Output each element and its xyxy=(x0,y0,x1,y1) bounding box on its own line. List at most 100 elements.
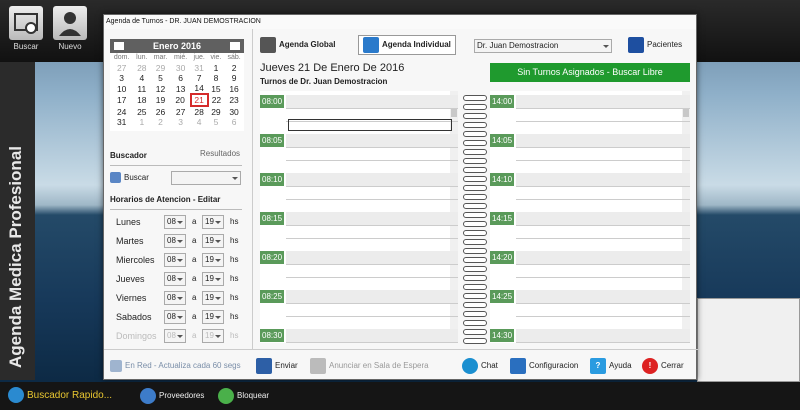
calendar-day[interactable]: 2 xyxy=(224,63,244,73)
calendar-day[interactable]: 24 xyxy=(110,106,133,117)
horario-from-select[interactable]: 08 xyxy=(164,291,186,305)
tab-agenda-individual[interactable]: Agenda Individual xyxy=(358,35,456,55)
agenda-time-label[interactable]: 08:00 xyxy=(260,95,284,108)
buscador-select[interactable] xyxy=(171,171,241,185)
proveedores-button[interactable]: Proveedores xyxy=(140,387,204,405)
agenda-time-label[interactable]: 08:30 xyxy=(260,329,284,342)
agenda-slot-band[interactable] xyxy=(516,134,690,147)
horarios-title[interactable]: Horarios de Atencion - Editar xyxy=(110,195,220,204)
calendar-day[interactable]: 14 xyxy=(191,83,208,94)
agenda-time-label[interactable]: 14:25 xyxy=(490,290,514,303)
agenda-slot-band[interactable] xyxy=(286,212,458,225)
chat-button[interactable]: Chat xyxy=(462,356,498,376)
calendar-day[interactable]: 4 xyxy=(133,73,150,83)
prev-month-icon[interactable] xyxy=(114,42,124,50)
agenda-column-afternoon[interactable]: 14:00 14:05 14:10 14:15 14:20 14:25 14:30 xyxy=(490,91,690,343)
agenda-slot-band[interactable] xyxy=(286,95,458,108)
calendar-day[interactable]: 10 xyxy=(110,83,133,94)
agenda-slot-band[interactable] xyxy=(286,173,458,186)
next-month-icon[interactable] xyxy=(230,42,240,50)
calendar-day[interactable]: 20 xyxy=(171,94,191,106)
agenda-slot-band[interactable] xyxy=(516,212,690,225)
calendar-day[interactable]: 5 xyxy=(150,73,170,83)
horario-to-select[interactable]: 19 xyxy=(202,253,224,267)
calendar-day[interactable]: 27 xyxy=(110,63,133,73)
calendar-day[interactable]: 1 xyxy=(208,63,224,73)
horario-to-select[interactable]: 19 xyxy=(202,215,224,229)
agenda-time-label[interactable]: 14:20 xyxy=(490,251,514,264)
calendar-day[interactable]: 1 xyxy=(133,117,150,127)
calendar-day[interactable]: 5 xyxy=(208,117,224,127)
configuracion-button[interactable]: Configuracion xyxy=(510,356,578,376)
calendar-day[interactable]: 17 xyxy=(110,94,133,106)
doctor-select[interactable]: Dr. Juan Demostracion xyxy=(474,39,612,53)
calendar-day[interactable]: 11 xyxy=(133,83,150,94)
calendar-day[interactable]: 12 xyxy=(150,83,170,94)
horario-from-select[interactable]: 08 xyxy=(164,253,186,267)
horario-to-select[interactable]: 19 xyxy=(202,272,224,286)
calendar-day[interactable]: 6 xyxy=(171,73,191,83)
horario-from-select[interactable]: 08 xyxy=(164,215,186,229)
calendar-day[interactable]: 2 xyxy=(150,117,170,127)
calendar-day[interactable]: 25 xyxy=(133,106,150,117)
agenda-time-label[interactable]: 08:15 xyxy=(260,212,284,225)
agenda-slot-band[interactable] xyxy=(286,329,458,342)
agenda-slot-band[interactable] xyxy=(286,134,458,147)
agenda-slot-band[interactable] xyxy=(516,173,690,186)
horario-to-select[interactable]: 19 xyxy=(202,329,224,343)
buscar-search-button[interactable]: Buscar xyxy=(110,171,149,185)
calendar-day[interactable]: 16 xyxy=(224,83,244,94)
enviar-button[interactable]: Enviar xyxy=(256,356,298,376)
bloquear-button[interactable]: Bloquear xyxy=(218,387,269,405)
buscador-rapido[interactable]: Buscador Rapido... xyxy=(8,387,112,405)
calendar-day[interactable]: 28 xyxy=(191,106,208,117)
calendar-day[interactable]: 27 xyxy=(171,106,191,117)
anunciar-button[interactable]: Anunciar en Sala de Espera xyxy=(310,356,429,376)
calendar-day[interactable]: 4 xyxy=(191,117,208,127)
agenda-time-label[interactable]: 14:30 xyxy=(490,329,514,342)
calendar-day[interactable]: 9 xyxy=(224,73,244,83)
calendar-day[interactable]: 31 xyxy=(110,117,133,127)
ayuda-button[interactable]: ? Ayuda xyxy=(590,356,632,376)
horario-from-select[interactable]: 08 xyxy=(164,329,186,343)
month-calendar[interactable]: Enero 2016 dom. lun. mar. mié. jue. vie. sáb. … xyxy=(110,39,244,131)
horario-from-select[interactable]: 08 xyxy=(164,234,186,248)
horario-to-select[interactable]: 19 xyxy=(202,291,224,305)
calendar-day[interactable]: 8 xyxy=(208,73,224,83)
horario-from-select[interactable]: 08 xyxy=(164,272,186,286)
horario-from-select[interactable]: 08 xyxy=(164,310,186,324)
agenda-time-label[interactable]: 14:10 xyxy=(490,173,514,186)
calendar-day[interactable]: 19 xyxy=(150,94,170,106)
calendar-day[interactable]: 29 xyxy=(208,106,224,117)
calendar-day[interactable]: 6 xyxy=(224,117,244,127)
calendar-day[interactable]: 22 xyxy=(208,94,224,106)
nuevo-button[interactable]: Nuevo xyxy=(50,6,90,51)
agenda-time-label[interactable]: 08:25 xyxy=(260,290,284,303)
calendar-day[interactable]: 31 xyxy=(191,63,208,73)
calendar-day[interactable]: 18 xyxy=(133,94,150,106)
calendar-day[interactable]: 23 xyxy=(224,94,244,106)
agenda-slot-band[interactable] xyxy=(286,290,458,303)
agenda-slot-band[interactable] xyxy=(286,251,458,264)
tab-agenda-global[interactable]: Agenda Global xyxy=(260,37,335,53)
resultados-label[interactable]: Resultados xyxy=(200,147,240,161)
agenda-time-label[interactable]: 08:20 xyxy=(260,251,284,264)
calendar-day[interactable]: 7 xyxy=(191,73,208,83)
agenda-time-label[interactable]: 14:15 xyxy=(490,212,514,225)
calendar-day[interactable]: 13 xyxy=(171,83,191,94)
agenda-time-label[interactable]: 08:10 xyxy=(260,173,284,186)
pacientes-button[interactable]: Pacientes xyxy=(628,37,682,53)
horario-to-select[interactable]: 19 xyxy=(202,234,224,248)
calendar-day[interactable]: 30 xyxy=(171,63,191,73)
buscar-button[interactable]: Buscar xyxy=(6,6,46,51)
agenda-selected-cell[interactable] xyxy=(288,119,452,131)
horario-to-select[interactable]: 19 xyxy=(202,310,224,324)
agenda-slot-band[interactable] xyxy=(516,95,690,108)
calendar-day[interactable]: 26 xyxy=(150,106,170,117)
agenda-slot-band[interactable] xyxy=(516,329,690,342)
cerrar-button[interactable]: ! Cerrar xyxy=(642,356,684,376)
calendar-day[interactable]: 28 xyxy=(133,63,150,73)
agenda-slot-band[interactable] xyxy=(516,251,690,264)
agenda-time-label[interactable]: 14:05 xyxy=(490,134,514,147)
agenda-column-morning[interactable]: 08:00 08:05 08:10 08:15 08:20 08:25 08:30 xyxy=(260,91,458,343)
